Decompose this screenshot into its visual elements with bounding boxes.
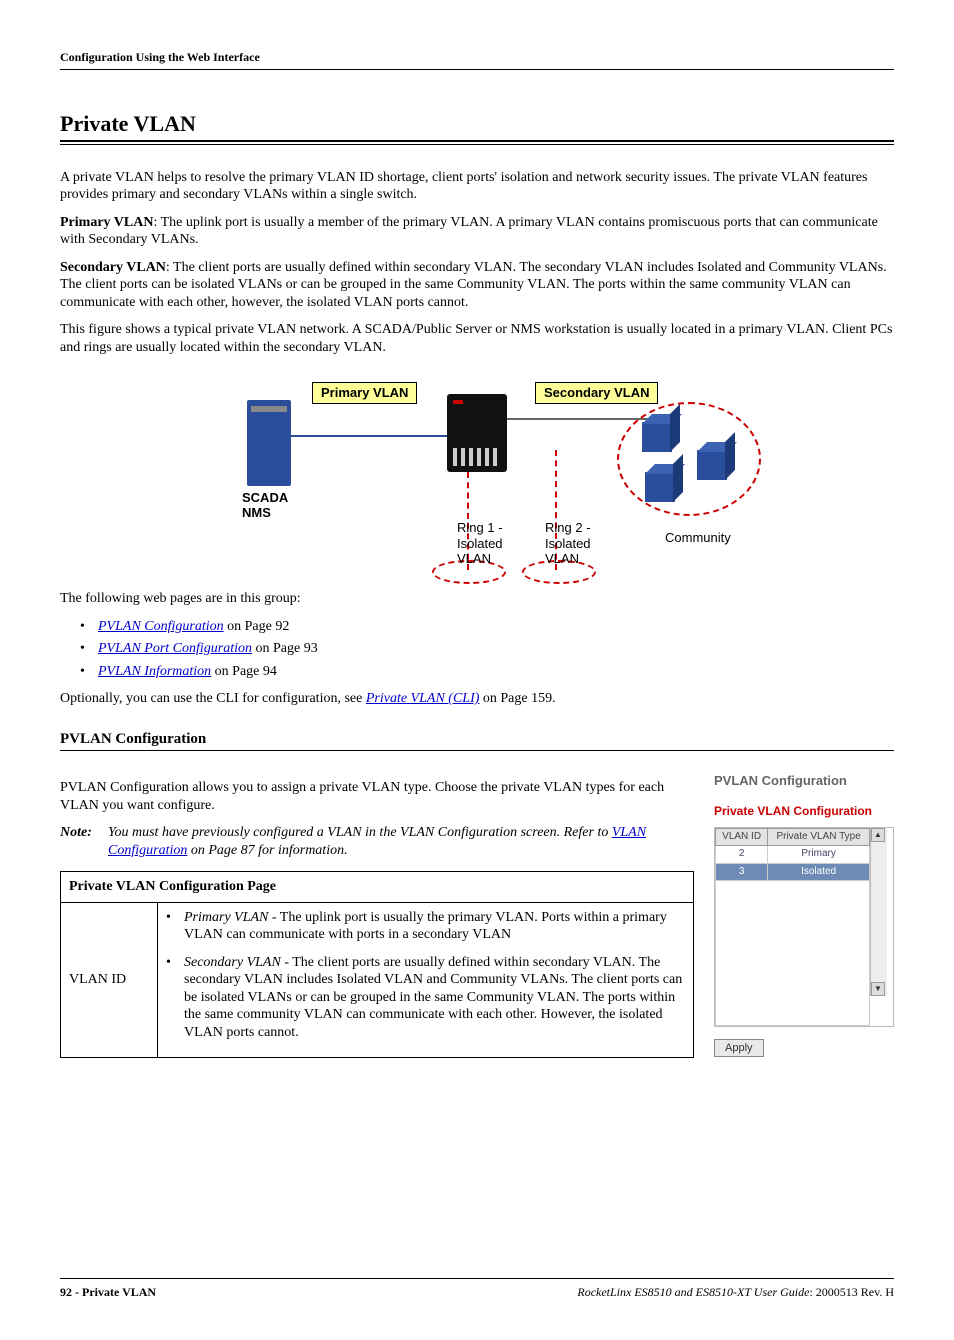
footer-right: RocketLinx ES8510 and ES8510-XT User Gui…	[577, 1285, 894, 1300]
link-list: PVLAN Configuration on Page 92 PVLAN Por…	[80, 618, 894, 681]
table-row[interactable]: 2 Primary	[716, 846, 870, 864]
list-item: PVLAN Information on Page 94	[80, 663, 894, 681]
bullet-secondary: Secondary VLAN - The client ports are us…	[166, 954, 685, 1042]
primary-vlan-label: Primary VLAN	[60, 215, 153, 230]
apply-button[interactable]: Apply	[714, 1039, 764, 1057]
mini-col-vlanid: VLAN ID	[716, 828, 768, 846]
footer-left: 92 - Private VLAN	[60, 1285, 156, 1300]
network-diagram: Primary VLAN Secondary VLAN SCADA NMS Ri…	[167, 370, 787, 580]
pvlan-port-config-link[interactable]: PVLAN Port Configuration	[98, 641, 252, 656]
page-title: Private VLAN	[60, 110, 894, 138]
figure-caption: This figure shows a typical private VLAN…	[60, 321, 894, 356]
scroll-up-icon[interactable]: ▲	[871, 828, 885, 842]
link-suffix: on Page 93	[252, 641, 318, 656]
cli-paragraph: Optionally, you can use the CLI for conf…	[60, 690, 894, 708]
secondary-vlan-text: : The client ports are usually defined w…	[60, 260, 887, 310]
section-rule	[60, 750, 894, 751]
community-ellipse-icon	[617, 402, 761, 516]
section-intro: PVLAN Configuration allows you to assign…	[60, 779, 694, 814]
title-rule	[60, 140, 894, 145]
cell-type: Primary	[768, 846, 870, 864]
scada-label: SCADA	[242, 490, 288, 506]
link-suffix: on Page 94	[211, 664, 277, 679]
section-title: PVLAN Configuration	[60, 730, 894, 749]
table-rowlabel: VLAN ID	[61, 902, 158, 1058]
bullet-primary: Primary VLAN - The uplink port is usuall…	[166, 909, 685, 944]
secondary-vlan-label: Secondary VLAN	[60, 260, 166, 275]
private-vlan-cli-link[interactable]: Private VLAN (CLI)	[366, 691, 480, 706]
pvlan-info-link[interactable]: PVLAN Information	[98, 664, 211, 679]
community-node-3-icon	[645, 472, 675, 502]
pvlan-config-link[interactable]: PVLAN Configuration	[98, 619, 224, 634]
page-header: Configuration Using the Web Interface	[60, 50, 894, 70]
nms-label: NMS	[242, 505, 271, 521]
side-panel: PVLAN Configuration Private VLAN Configu…	[714, 769, 894, 1057]
line-server-switch	[291, 435, 447, 437]
table-cell: Primary VLAN - The uplink port is usuall…	[158, 902, 694, 1058]
link-suffix: on Page 92	[224, 619, 290, 634]
side-panel-title: PVLAN Configuration	[714, 773, 894, 789]
cell-type: Isolated	[768, 863, 870, 881]
table-row-selected[interactable]: 3 Isolated	[716, 863, 870, 881]
primary-vlan-paragraph: Primary VLAN: The uplink port is usually…	[60, 214, 894, 249]
line-switch-community	[507, 418, 657, 420]
community-label: Community	[665, 530, 731, 546]
primary-vlan-text: : The uplink port is usually a member of…	[60, 215, 878, 248]
server-icon	[247, 400, 291, 486]
community-node-1-icon	[642, 422, 672, 452]
note-label: Note:	[60, 824, 108, 859]
config-table: Private VLAN Configuration Page VLAN ID …	[60, 871, 694, 1058]
scroll-down-icon[interactable]: ▼	[871, 982, 885, 996]
note-block: Note: You must have previously configure…	[60, 824, 694, 859]
secondary-vlan-box: Secondary VLAN	[535, 382, 658, 404]
cell-vlanid: 3	[716, 863, 768, 881]
ring1-label: Ring 1 -IsolatedVLAN	[457, 520, 503, 567]
primary-vlan-box: Primary VLAN	[312, 382, 417, 404]
switch-icon	[447, 394, 507, 472]
note-text: You must have previously configured a VL…	[108, 824, 694, 859]
mini-col-type: Private VLAN Type	[768, 828, 870, 846]
intro-paragraph: A private VLAN helps to resolve the prim…	[60, 169, 894, 204]
cell-vlanid: 2	[716, 846, 768, 864]
page-footer: 92 - Private VLAN RocketLinx ES8510 and …	[60, 1278, 894, 1300]
mini-fill	[716, 881, 870, 1026]
secondary-vlan-paragraph: Secondary VLAN: The client ports are usu…	[60, 259, 894, 312]
list-item: PVLAN Port Configuration on Page 93	[80, 640, 894, 658]
group-intro: The following web pages are in this grou…	[60, 590, 894, 608]
side-panel-subtitle: Private VLAN Configuration	[714, 804, 894, 819]
ring2-label: Ring 2 -IsolatedVLAN	[545, 520, 591, 567]
list-item: PVLAN Configuration on Page 92	[80, 618, 894, 636]
cli-prefix: Optionally, you can use the CLI for conf…	[60, 691, 366, 706]
pvlan-mini-table[interactable]: VLAN ID Private VLAN Type 2 Primary 3 Is…	[715, 828, 870, 1027]
table-header: Private VLAN Configuration Page	[61, 872, 694, 903]
cli-suffix: on Page 159.	[479, 691, 555, 706]
community-node-2-icon	[697, 450, 727, 480]
